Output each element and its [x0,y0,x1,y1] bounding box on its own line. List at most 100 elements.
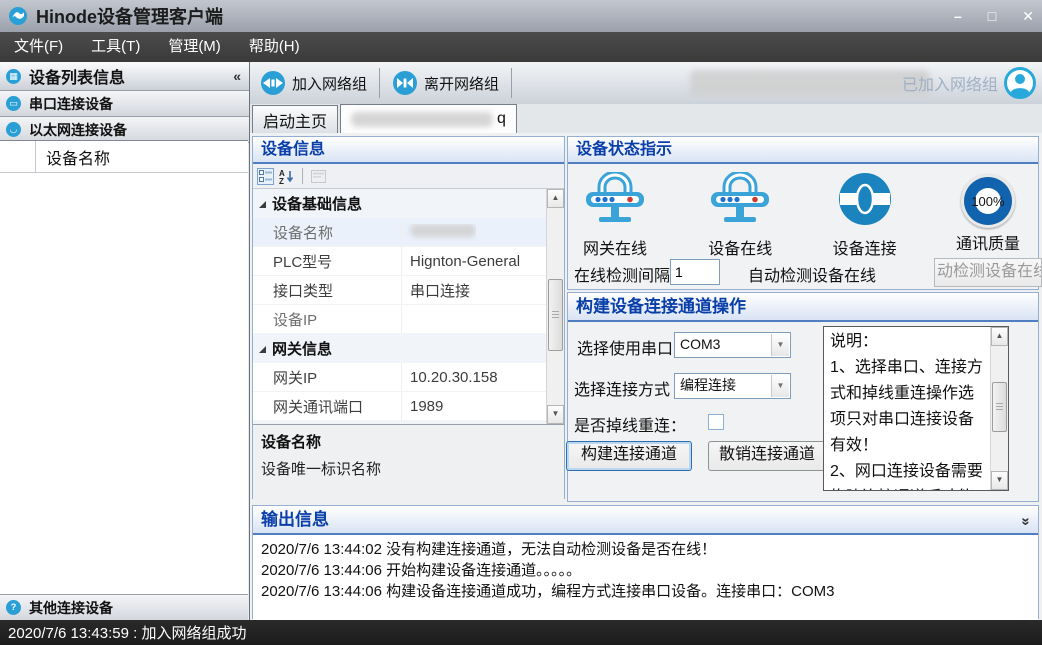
serial-select-combo[interactable]: COM3 ▼ [674,332,791,358]
other-device-icon: ? [6,600,21,615]
note-item-2: 2、网口连接设备需要构建连接通道后才能看 [830,459,988,490]
menu-file[interactable]: 文件(F) [0,32,77,62]
device-info-panel: 设备信息 A Z [252,136,565,499]
minimize-button[interactable]: – [954,8,962,24]
comm-quality-icon: 100% [961,174,1015,228]
scroll-down-icon[interactable]: ▼ [547,405,564,424]
property-category-row[interactable]: 设备基础信息 [253,189,547,218]
interval-input[interactable] [670,259,720,285]
status-bar: 2020/7/6 13:43:59 : 加入网络组成功 [0,620,1042,645]
output-panel-header: 输出信息 » [253,506,1038,535]
join-network-button[interactable]: 加入网络组 [250,65,377,101]
auto-detect-button[interactable]: 动检测设备在线 [934,258,1042,287]
sidebar-group-other[interactable]: ? 其他连接设备 [0,594,248,620]
device-table-header-row: 设备名称 [0,141,248,173]
output-header-label: 输出信息 [261,510,329,529]
collapse-panel-icon[interactable]: » [1012,517,1039,525]
indicator-device-online: 设备在线 [707,172,773,259]
tab-home-label: 启动主页 [263,108,327,132]
property-row-interface-type[interactable]: 接口类型 串口连接 [253,276,547,305]
scroll-up-icon[interactable]: ▲ [547,189,564,208]
sidebar-collapse-icon[interactable]: « [233,68,241,84]
property-row-gateway-port[interactable]: 网关通讯端口 1989 [253,392,547,421]
sort-alphabetical-icon[interactable]: A Z [278,168,295,185]
channel-panel-header: 构建设备连接通道操作 [568,293,1038,322]
note-item-1: 1、选择串口、连接方式和掉线重连操作选项只对串口连接设备有效！ [830,355,988,459]
ethernet-device-icon: ◡ [6,122,21,137]
scroll-up-icon[interactable]: ▲ [991,327,1008,346]
auto-detect-label: 自动检测设备在线 [748,262,876,286]
property-value[interactable]: 1989 [402,398,443,415]
menu-manage[interactable]: 管理(M) [154,32,235,62]
menu-tools[interactable]: 工具(T) [77,32,154,62]
method-select-combo[interactable]: 编程连接 ▼ [674,373,791,399]
property-grid-scrollbar[interactable]: ▲ ▼ [546,189,564,424]
device-connect-icon [837,172,893,228]
sidebar-header[interactable]: ▦ 设备列表信息 « [0,62,249,91]
category-expander-icon[interactable] [259,201,266,208]
join-network-label: 加入网络组 [292,73,367,94]
online-check-row: 在线检测间隔(秒 自动检测设备在线 动检测设备在线 [568,257,1038,287]
note-box: 说明： 1、选择串口、连接方式和掉线重连操作选项只对串口连接设备有效！ 2、网口… [823,326,1009,491]
ethernet-group-label: 以太网连接设备 [29,120,127,140]
close-button[interactable]: ✕ [1022,8,1034,25]
sidebar-group-serial[interactable]: ▭ 串口连接设备 [0,91,249,117]
status-bar-text: 2020/7/6 13:43:59 : 加入网络组成功 [8,622,246,643]
serial-select-value: COM3 [680,336,720,352]
serial-group-label: 串口连接设备 [29,94,113,114]
property-name: 网关通讯端口 [253,392,402,420]
maximize-button[interactable]: □ [988,8,996,24]
property-value[interactable]: 串口连接 [402,280,470,301]
method-select-label: 选择连接方式 [574,376,670,400]
other-group-label: 其他连接设备 [29,598,113,618]
build-channel-button[interactable]: 构建连接通道 [566,441,692,471]
property-category-row[interactable]: 网关信息 [253,334,547,363]
dropdown-arrow-icon[interactable]: ▼ [771,334,789,356]
property-value[interactable]: Hignton-General [402,253,520,270]
device-name-column-header[interactable]: 设备名称 [36,145,110,169]
leave-network-label: 离开网络组 [424,73,499,94]
redacted-device-name [410,224,476,237]
property-row-device-name[interactable]: 设备名称 [253,218,547,247]
user-avatar-icon[interactable] [1004,67,1036,99]
redacted-user-info [690,70,930,96]
indicator-label: 网关在线 [582,235,648,259]
categorized-view-icon[interactable] [257,168,274,185]
interval-label: 在线检测间隔(秒 [574,262,672,286]
dropdown-arrow-icon[interactable]: ▼ [771,375,789,397]
method-select-value: 编程连接 [680,377,736,393]
property-category-row[interactable]: 设备描述信息 [253,421,547,424]
note-scrollbar[interactable]: ▲ ▼ [990,327,1008,490]
log-line: 2020/7/6 13:44:02 没有构建连接通道，无法自动检测设备是否在线！ [261,539,1030,560]
leave-network-button[interactable]: 离开网络组 [382,65,509,101]
selected-property-title: 设备名称 [261,431,556,452]
property-name: PLC型号 [253,247,402,275]
destroy-channel-button[interactable]: 散销连接通道 [708,441,826,471]
indicator-label: 通讯质量 [956,230,1020,254]
indicator-comm-quality: 100% 通讯质量 [956,172,1020,259]
sidebar-header-label: 设备列表信息 [29,64,125,88]
output-log[interactable]: 2020/7/6 13:44:02 没有构建连接通道，无法自动检测设备是否在线！… [253,535,1038,626]
app-logo-icon [8,6,28,26]
category-expander-icon[interactable] [259,346,266,353]
reconnect-checkbox[interactable] [708,414,724,430]
scrollbar-thumb[interactable] [548,279,563,351]
status-indicators: 网关在线 设备在线 [568,164,1038,259]
serial-device-icon: ▭ [6,96,21,111]
property-row-plc-model[interactable]: PLC型号 Hignton-General [253,247,547,276]
property-value[interactable]: 10.20.30.158 [402,369,498,386]
tab-home[interactable]: 启动主页 [252,105,338,133]
menu-help[interactable]: 帮助(H) [235,32,314,62]
property-row-gateway-ip[interactable]: 网关IP 10.20.30.158 [253,363,547,392]
indicator-label: 设备连接 [833,235,897,259]
property-row-device-ip[interactable]: 设备IP [253,305,547,334]
scroll-down-icon[interactable]: ▼ [991,471,1008,490]
property-value[interactable] [402,224,476,241]
row-selector-gutter [0,141,36,172]
log-line: 2020/7/6 13:44:06 构建设备连接通道成功，编程方式连接串口设备。… [261,581,1030,602]
scrollbar-thumb[interactable] [992,382,1007,432]
menu-bar: 文件(F) 工具(T) 管理(M) 帮助(H) [0,32,1042,62]
toolbar-separator [379,68,380,98]
tab-device[interactable]: q [340,104,517,133]
category-label: 设备基础信息 [272,193,362,214]
